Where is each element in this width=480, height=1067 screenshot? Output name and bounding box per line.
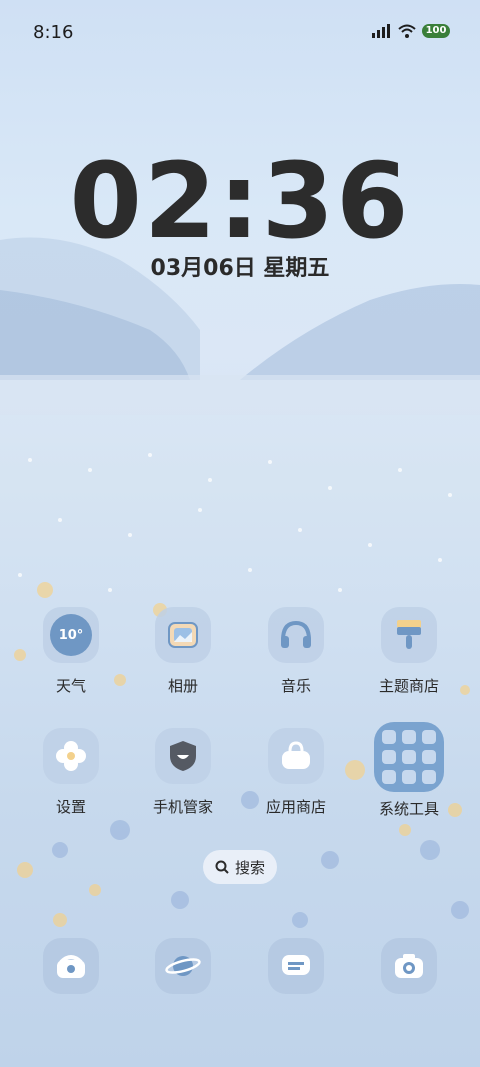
lock-clock-time[interactable]: 02:36	[0, 140, 480, 262]
app-label: 天气	[55, 677, 86, 695]
app-label: 应用商店	[265, 798, 326, 816]
app-label: 系统工具	[378, 800, 439, 818]
browser-planet-icon	[155, 938, 211, 994]
flower-gear-icon	[43, 728, 99, 784]
messages-icon	[268, 938, 324, 994]
app-music[interactable]: 音乐	[240, 607, 352, 696]
app-label: 主题商店	[378, 677, 439, 695]
headphones-icon	[268, 607, 324, 663]
weather-icon: 10°	[43, 607, 99, 663]
app-label: 音乐	[280, 677, 311, 695]
app-label: 设置	[55, 798, 86, 816]
wifi-icon	[398, 24, 416, 38]
search-icon	[215, 860, 229, 874]
phone-icon	[43, 938, 99, 994]
status-time: 8:16	[33, 22, 74, 43]
dock-camera[interactable]	[353, 938, 465, 994]
folder-icon	[374, 722, 444, 792]
app-label: 手机管家	[152, 798, 213, 816]
search-label: 搜索	[234, 858, 265, 877]
app-settings[interactable]: 设置	[15, 728, 127, 817]
dock-messages[interactable]	[240, 938, 352, 994]
dock-browser[interactable]	[127, 938, 239, 994]
app-gallery[interactable]: 相册	[127, 607, 239, 696]
app-weather[interactable]: 10° 天气	[15, 607, 127, 696]
gallery-icon	[155, 607, 211, 663]
lock-clock-date[interactable]: 03月06日 星期五	[0, 250, 480, 282]
search-button[interactable]: 搜索	[203, 850, 277, 884]
app-app-store[interactable]: 应用商店	[240, 728, 352, 817]
dock-phone[interactable]	[15, 938, 127, 994]
shield-icon	[155, 728, 211, 784]
home-screen: 8:16 100 02:36 03月06日 星期五 10° 天气 相册 音乐 主…	[0, 0, 480, 1067]
status-bar: 8:16 100	[0, 0, 480, 66]
app-label: 相册	[167, 677, 198, 695]
paint-brush-icon	[381, 607, 437, 663]
app-phone-manager[interactable]: 手机管家	[127, 728, 239, 817]
battery-indicator: 100	[422, 24, 450, 38]
shopping-bag-icon	[268, 728, 324, 784]
app-system-tools-folder[interactable]: 系统工具	[353, 722, 465, 819]
app-theme-store[interactable]: 主题商店	[353, 607, 465, 696]
camera-icon	[381, 938, 437, 994]
signal-icon	[372, 24, 390, 38]
